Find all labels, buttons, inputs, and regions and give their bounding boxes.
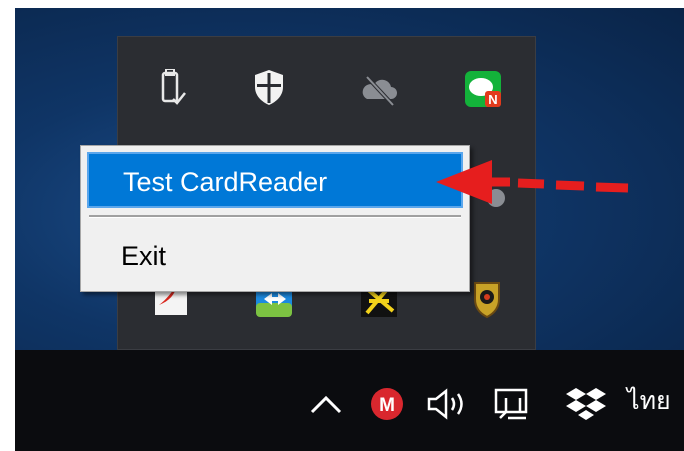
line-messenger-icon[interactable]: N [463, 69, 503, 109]
red-arrow-annotation [436, 160, 629, 204]
svg-text:N: N [488, 92, 497, 107]
usb-safe-remove-icon[interactable] [151, 69, 191, 109]
show-hidden-icons-chevron-icon[interactable] [308, 390, 344, 418]
input-language-indicator[interactable]: ไทย [627, 381, 671, 421]
onedrive-offline-cloud-icon[interactable] [359, 71, 399, 111]
network-icon[interactable] [492, 386, 532, 422]
svg-text:M: M [379, 395, 395, 416]
windows-defender-shield-icon[interactable] [249, 67, 289, 107]
emblem-crest-icon[interactable] [467, 279, 507, 319]
mega-icon[interactable]: M [369, 386, 405, 422]
tray-context-menu: Test CardReader Exit [80, 145, 470, 292]
volume-icon[interactable] [425, 386, 469, 422]
menu-item-exit[interactable]: Exit [87, 228, 463, 284]
menu-item-test-cardreader[interactable]: Test CardReader [87, 152, 463, 208]
dropbox-icon[interactable] [566, 386, 606, 422]
menu-separator [89, 215, 461, 218]
